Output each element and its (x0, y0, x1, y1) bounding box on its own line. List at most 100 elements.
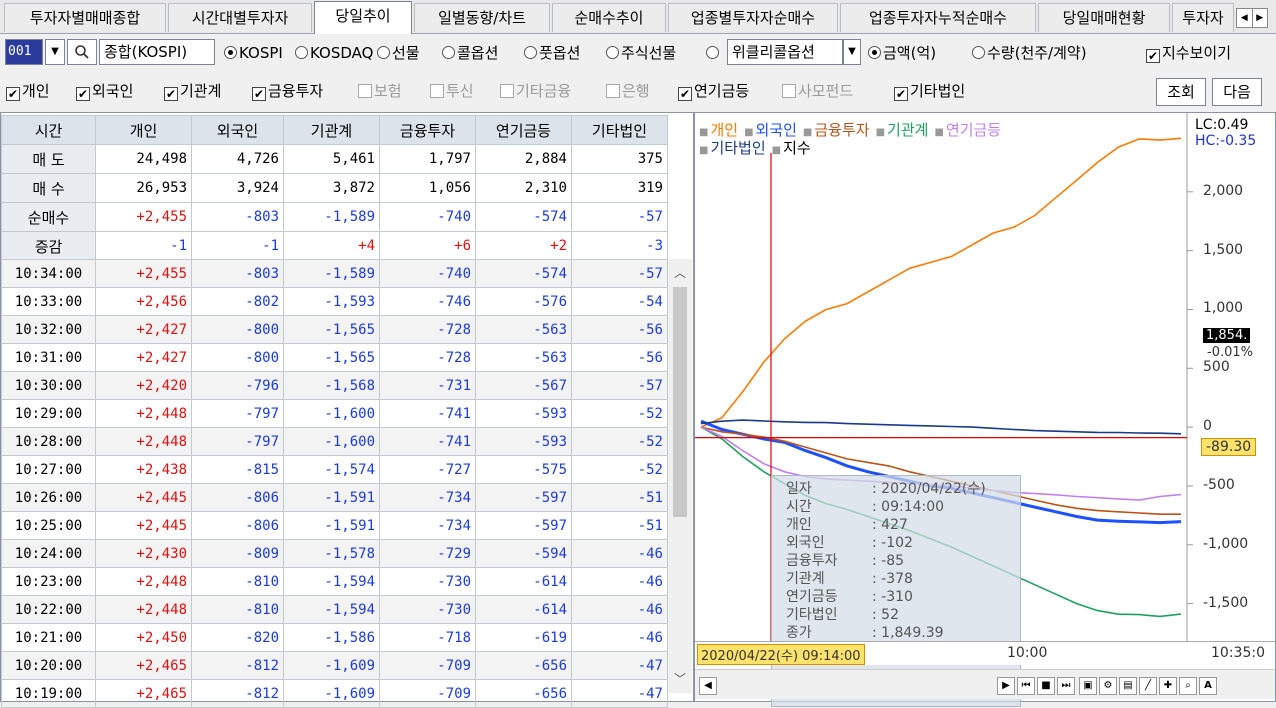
chart-crosshair-icon[interactable]: ✚ (1159, 677, 1177, 695)
summary-cell: 1,797 (379, 144, 476, 174)
row-cell: -728 (379, 315, 476, 344)
chart-save-icon[interactable]: ▣ (1079, 677, 1097, 695)
chart-text-icon[interactable]: A (1199, 677, 1217, 695)
chart-line-icon[interactable]: ╱ (1139, 677, 1157, 695)
tab-sector-cumulative-net-buy[interactable]: 업종투자자누적순매수 (840, 3, 1036, 32)
table-row[interactable]: 10:25:00 +2,445 -806 -1,591 -734 -597 -51 (1, 511, 668, 540)
tooltip-value: 427 (881, 517, 908, 533)
table-row[interactable]: 10:34:00 +2,455 -803 -1,589 -740 -574 -57 (1, 259, 668, 288)
filter-institution[interactable]: ✔ 기관계 (164, 81, 221, 101)
weekly-dropdown-icon[interactable]: ▼ (843, 39, 861, 65)
tab-scroll-right-icon[interactable]: ▶ (1253, 9, 1268, 27)
scroll-down-icon[interactable]: ﹀ (668, 667, 692, 691)
table-row[interactable]: 10:19:00 +2,465 -812 -1,609 -709 -656 -47 (1, 679, 668, 708)
chart-stop-icon[interactable]: ■ (1037, 677, 1055, 695)
table-row[interactable]: 10:28:00 +2,448 -797 -1,600 -741 -593 -52 (1, 427, 668, 456)
next-button[interactable]: 다음 (1212, 78, 1262, 106)
weekly-option-select[interactable]: 위클리콜옵션 (727, 39, 843, 65)
table-row[interactable]: 10:26:00 +2,445 -806 -1,591 -734 -597 -51 (1, 483, 668, 512)
summary-cell: -1 (95, 231, 192, 261)
row-time: 10:32:00 (1, 315, 96, 344)
filter-investment-trust[interactable]: 투신 (430, 81, 474, 101)
filter-individual[interactable]: ✔ 개인 (6, 81, 50, 101)
table-row[interactable]: 10:24:00 +2,430 -809 -1,578 -729 -594 -46 (1, 539, 668, 568)
market-code-input[interactable]: 001 (5, 39, 43, 65)
row-cell: -1,609 (283, 651, 380, 680)
intraday-chart[interactable]: ■ 개인 ■ 외국인 ■ 금융투자 ■ 기관계 ■ 연기금등 ■ 기타법인 ■ 지수 LC:0.49 H… (694, 112, 1276, 707)
tab-by-time-investor[interactable]: 시간대별투자자 (168, 3, 312, 32)
filter-other-corp[interactable]: ✔ 기타법인 (894, 81, 965, 101)
tab-investor-summary[interactable]: 투자자별매매종합 (4, 3, 166, 32)
summary-row-label: 매 도 (1, 144, 96, 174)
filter-bank[interactable]: 은행 (606, 81, 650, 101)
tab-scroll-arrows[interactable]: ◀ ▶ (1236, 8, 1268, 28)
table-row[interactable]: 10:21:00 +2,450 -820 -1,586 -718 -619 -46 (1, 623, 668, 652)
tab-net-buy-trend[interactable]: 순매수추이 (552, 3, 666, 32)
filter-foreigner[interactable]: ✔ 외국인 (76, 81, 133, 101)
tab-scroll-left-icon[interactable]: ◀ (1237, 9, 1253, 27)
row-cell: +2,465 (95, 679, 192, 708)
tab-daily-trend-chart[interactable]: 일별동향/차트 (414, 3, 550, 32)
table-row[interactable]: 10:29:00 +2,448 -797 -1,600 -741 -593 -52 (1, 399, 668, 428)
tooltip-value: 52 (881, 607, 899, 623)
filter-private-fund[interactable]: 사모펀드 (782, 81, 853, 101)
row-cell: -729 (379, 539, 476, 568)
tooltip-key: 시간 (786, 499, 812, 515)
table-row[interactable]: 10:31:00 +2,427 -800 -1,565 -728 -563 -56 (1, 343, 668, 372)
chart-scroll-left-icon[interactable]: ◀ (699, 677, 717, 695)
tab-sector-investor-net-buy[interactable]: 업종별투자자순매수 (668, 3, 838, 32)
market-name-field: 종합(KOSPI) (99, 39, 215, 65)
summary-cell: +4 (283, 231, 380, 261)
filter-insurance[interactable]: 보험 (358, 81, 402, 101)
table-row[interactable]: 10:33:00 +2,456 -802 -1,593 -746 -576 -54 (1, 287, 668, 316)
filter-pension[interactable]: ✔ 연기금등 (678, 81, 749, 101)
x-label-1035: 10:35:0 (1211, 645, 1265, 661)
radio-quantity[interactable]: 수량(천주/계약) (972, 43, 1087, 63)
radio-kospi[interactable]: KOSPI (224, 43, 283, 63)
chart-first-icon[interactable]: ⏮ (1017, 677, 1035, 695)
table-row[interactable]: 10:30:00 +2,420 -796 -1,568 -731 -567 -57 (1, 371, 668, 400)
query-button[interactable]: 조회 (1156, 78, 1206, 106)
code-dropdown-icon[interactable]: ▼ (45, 39, 65, 65)
row-time: 10:28:00 (1, 427, 96, 456)
row-cell: -574 (475, 259, 572, 288)
filter-other-finance[interactable]: 기타금융 (500, 81, 571, 101)
table-row[interactable]: 10:23:00 +2,448 -810 -1,594 -730 -614 -46 (1, 567, 668, 596)
table-row[interactable]: 10:20:00 +2,465 -812 -1,609 -709 -656 -47 (1, 651, 668, 680)
tooltip-row: 기관계: -378 (786, 571, 913, 587)
row-time: 10:20:00 (1, 651, 96, 680)
radio-kosdaq[interactable]: KOSDAQ (295, 43, 373, 63)
row-time: 10:33:00 (1, 287, 96, 316)
table-vertical-scrollbar[interactable]: ︿ ﹀ (668, 259, 692, 693)
scroll-up-icon[interactable]: ︿ (668, 261, 692, 285)
row-cell: -797 (191, 399, 284, 428)
radio-put-option[interactable]: 풋옵션 (524, 43, 580, 63)
table-row[interactable]: 10:22:00 +2,448 -810 -1,594 -730 -614 -46 (1, 595, 668, 624)
radio-weekly[interactable] (706, 43, 721, 63)
search-icon[interactable] (67, 39, 97, 65)
legend-item: ■ 기타법인 (699, 139, 766, 157)
summary-cell: 3,924 (191, 173, 284, 203)
tab-intraday-trend[interactable]: 당일추이 (314, 1, 412, 34)
filter-financial-investment[interactable]: ✔ 금융투자 (252, 81, 323, 101)
radio-amount[interactable]: 금액(억) (868, 43, 936, 63)
radio-call-option[interactable]: 콜옵션 (442, 43, 498, 63)
table-row[interactable]: 10:32:00 +2,427 -800 -1,565 -728 -563 -56 (1, 315, 668, 344)
chart-layout-icon[interactable]: ▤ (1119, 677, 1137, 695)
row-cell: +2,445 (95, 483, 192, 512)
chart-zoom-icon[interactable]: ⌕ (1179, 677, 1197, 695)
chart-scroll-right-icon[interactable]: ▶ (997, 677, 1015, 695)
cursor-value-tag: -89.30 (1201, 438, 1257, 456)
radio-futures[interactable]: 선물 (377, 43, 420, 63)
row-cell: -52 (571, 455, 668, 484)
summary-cell: -3 (571, 231, 668, 261)
tab-investor[interactable]: 투자자 (1172, 3, 1234, 32)
scroll-thumb[interactable] (673, 287, 687, 517)
chart-settings-icon[interactable]: ⚙ (1099, 677, 1117, 695)
tab-daily-trade-status[interactable]: 당일매매현황 (1038, 3, 1170, 32)
table-row[interactable]: 10:27:00 +2,438 -815 -1,574 -727 -575 -52 (1, 455, 668, 484)
radio-stock-futures[interactable]: 주식선물 (606, 43, 676, 63)
chart-last-icon[interactable]: ⏭ (1057, 677, 1075, 695)
row-cell: -51 (571, 483, 668, 512)
show-index-checkbox[interactable]: ✔ 지수보이기 (1146, 43, 1231, 63)
